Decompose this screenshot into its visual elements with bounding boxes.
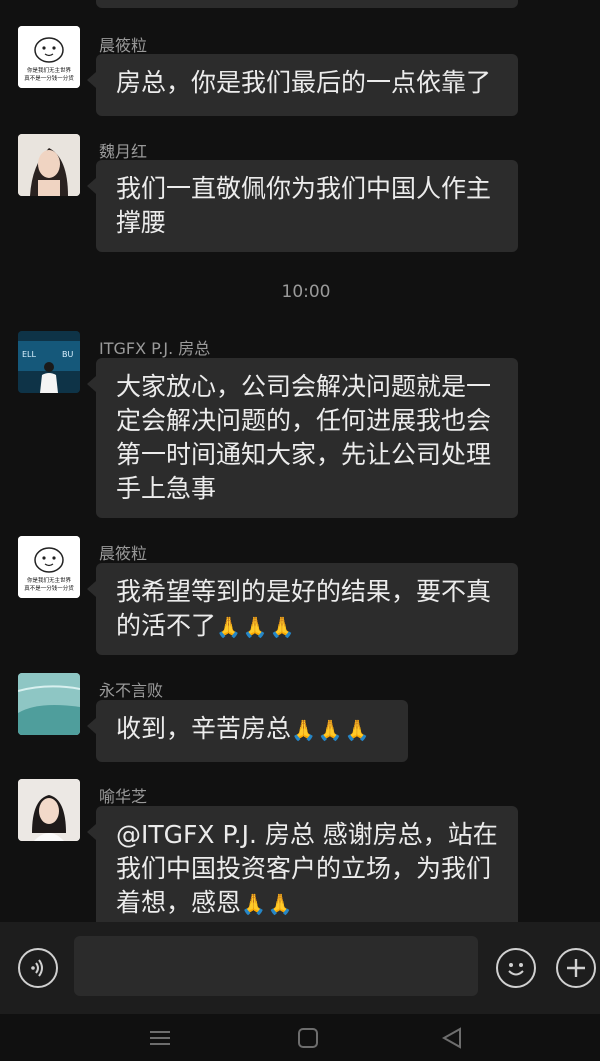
- woman-photo-avatar: [18, 134, 80, 196]
- plus-button[interactable]: [556, 948, 596, 988]
- message-text: 我希望等到的是好的结果，要不真的活不了: [116, 577, 492, 640]
- message-bubble[interactable]: 大家放心，公司会解决问题就是一定会解决问题的，任何进展我也会第一时间通知大家，先…: [87, 358, 518, 518]
- chat-area[interactable]: 你是我们无主世界 真不是一分钱一分货 晨筱粒 房总，你是我们最后的一点依靠了 魏…: [0, 0, 600, 922]
- voice-button[interactable]: [18, 948, 58, 988]
- sender-name: 晨筱粒: [99, 36, 148, 55]
- message-text: 收到，辛苦房总: [116, 714, 292, 743]
- trader-screen-right: BU: [62, 350, 73, 359]
- avatar[interactable]: ELL BU: [18, 331, 80, 393]
- avatar[interactable]: 你是我们无主世界 真不是一分钱一分货: [18, 26, 80, 88]
- message-bubble[interactable]: 我希望等到的是好的结果，要不真的活不了🙏🙏🙏: [87, 563, 518, 655]
- menu-icon[interactable]: [148, 1026, 172, 1050]
- sender-name: 永不言败: [99, 681, 164, 700]
- avatar[interactable]: [18, 673, 80, 735]
- trader-photo-avatar: ELL BU: [18, 331, 80, 393]
- meme-caption-2: 真不是一分钱一分货: [24, 584, 74, 592]
- sender-name: ITGFX P.J. 房总: [99, 339, 211, 358]
- sender-name: 晨筱粒: [99, 544, 148, 563]
- message-text: 我们一直敬佩你为我们中国人作主撑腰: [116, 174, 492, 237]
- pray-emoji: 🙏🙏🙏: [216, 615, 297, 639]
- message-text: 房总，你是我们最后的一点依靠了: [116, 68, 492, 97]
- previous-message-bubble: [96, 0, 518, 8]
- avatar[interactable]: [18, 134, 80, 196]
- voice-icon: [31, 959, 43, 977]
- message-bubble[interactable]: 房总，你是我们最后的一点依靠了: [87, 54, 518, 116]
- back-icon[interactable]: [440, 1026, 464, 1050]
- trader-screen-left: ELL: [22, 350, 37, 359]
- meme-avatar-icon: 你是我们无主世界 真不是一分钱一分货: [18, 26, 80, 88]
- message-input[interactable]: [74, 936, 478, 996]
- message-text: @ITGFX P.J. 房总 感谢房总，站在我们中国投资客户的立场，为我们着想，…: [116, 820, 498, 917]
- emoji-icon: [508, 963, 524, 976]
- meme-caption-1: 你是我们无主世界: [27, 576, 72, 584]
- sender-name: 魏月红: [99, 142, 148, 161]
- meme-avatar-icon: 你是我们无主世界 真不是一分钱一分货: [18, 536, 80, 598]
- message-bubble[interactable]: 我们一直敬佩你为我们中国人作主撑腰: [87, 160, 518, 252]
- sea-photo-avatar: [18, 673, 80, 735]
- plus-icon: [567, 959, 585, 977]
- pray-emoji: 🙏🙏: [241, 892, 295, 916]
- message-bubble[interactable]: 收到，辛苦房总🙏🙏🙏: [87, 700, 408, 762]
- message-bubble[interactable]: @ITGFX P.J. 房总 感谢房总，站在我们中国投资客户的立场，为我们着想，…: [87, 806, 518, 922]
- meme-caption-1: 你是我们无主世界: [27, 66, 72, 74]
- home-icon[interactable]: [296, 1026, 320, 1050]
- emoji-button[interactable]: [496, 948, 536, 988]
- pray-emoji: 🙏🙏🙏: [291, 718, 372, 742]
- woman2-photo-avatar: [18, 779, 80, 841]
- message-text: 大家放心，公司会解决问题就是一定会解决问题的，任何进展我也会第一时间通知大家，先…: [116, 372, 492, 503]
- sender-name: 喻华芝: [99, 787, 148, 806]
- system-navigation-bar: [0, 1014, 600, 1061]
- avatar[interactable]: [18, 779, 80, 841]
- meme-caption-2: 真不是一分钱一分货: [24, 74, 74, 82]
- timestamp: 10:00: [281, 282, 331, 302]
- input-bar: [0, 922, 600, 1014]
- avatar[interactable]: 你是我们无主世界 真不是一分钱一分货: [18, 536, 80, 598]
